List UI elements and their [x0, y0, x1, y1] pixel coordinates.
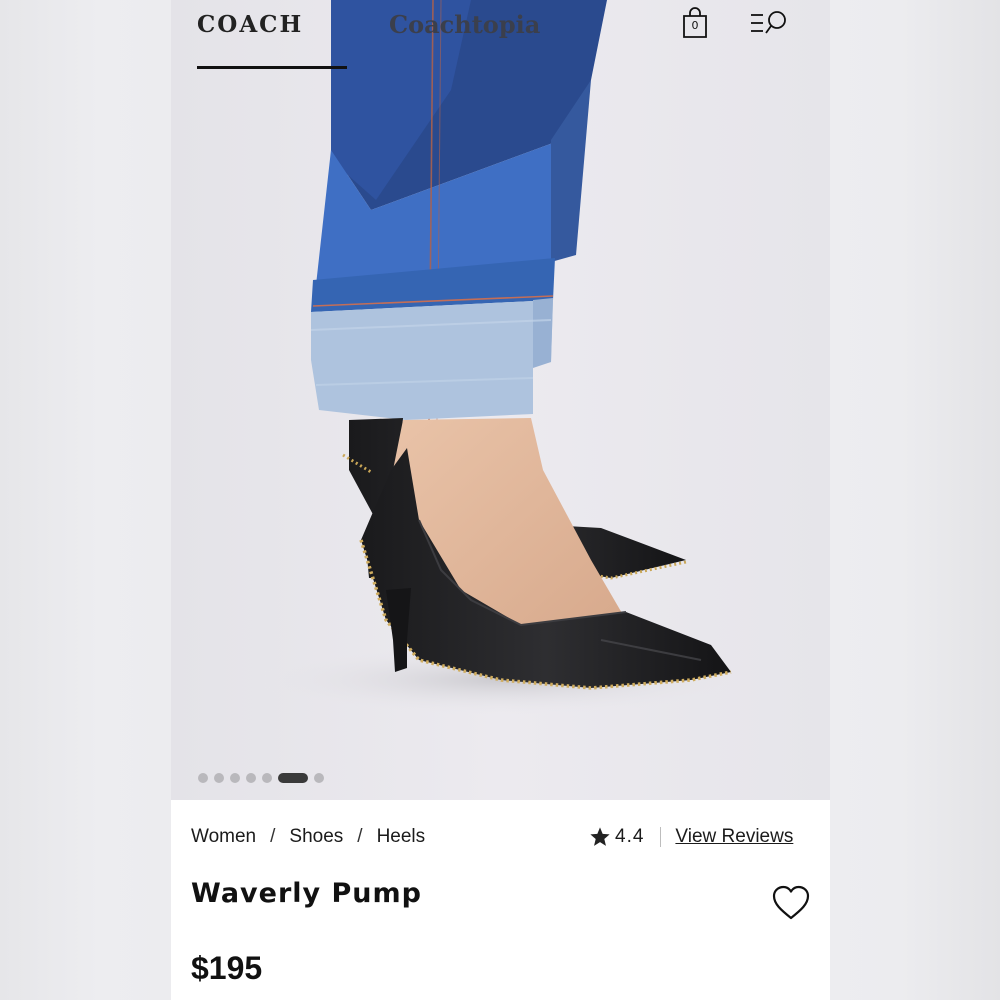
product-image[interactable]: COACH Coachtopia 0 — [171, 0, 830, 800]
menu-search-icon[interactable] — [749, 9, 789, 37]
product-title: Waverly Pump — [191, 878, 422, 909]
heart-icon[interactable] — [771, 884, 811, 922]
product-info: Women / Shoes / Heels 4.4 View Reviews W… — [171, 800, 830, 1000]
carousel-dot[interactable] — [198, 773, 208, 783]
carousel-dot[interactable] — [262, 773, 272, 783]
view-reviews-link[interactable]: View Reviews — [675, 826, 793, 848]
tab-coachtopia[interactable]: Coachtopia — [389, 8, 540, 42]
product-page: COACH Coachtopia 0 Women / Shoes / Heels… — [171, 0, 830, 1000]
breadcrumb-separator: / — [270, 826, 276, 847]
rating-summary: 4.4 View Reviews — [589, 826, 793, 848]
breadcrumb-shoes[interactable]: Shoes — [289, 826, 343, 848]
shopping-bag-icon[interactable]: 0 — [681, 7, 709, 39]
tab-coach[interactable]: COACH — [197, 8, 303, 42]
divider — [660, 827, 662, 847]
bag-count: 0 — [691, 19, 699, 32]
breadcrumb-heels[interactable]: Heels — [377, 826, 426, 848]
star-icon — [590, 827, 610, 846]
carousel-dot[interactable] — [314, 773, 324, 783]
carousel-dot[interactable] — [230, 773, 240, 783]
product-photo — [171, 0, 830, 800]
breadcrumb-separator: / — [357, 826, 363, 847]
breadcrumb: Women / Shoes / Heels — [191, 826, 425, 848]
product-price: $195 — [191, 950, 263, 986]
carousel-dot[interactable] — [214, 773, 224, 783]
breadcrumb-women[interactable]: Women — [191, 826, 256, 848]
rating-value: 4.4 — [615, 826, 645, 847]
carousel-dots — [198, 772, 324, 784]
site-header: COACH Coachtopia 0 — [171, 0, 830, 80]
carousel-dot[interactable] — [246, 773, 256, 783]
active-tab-indicator — [197, 66, 347, 69]
carousel-dot[interactable] — [278, 773, 308, 783]
